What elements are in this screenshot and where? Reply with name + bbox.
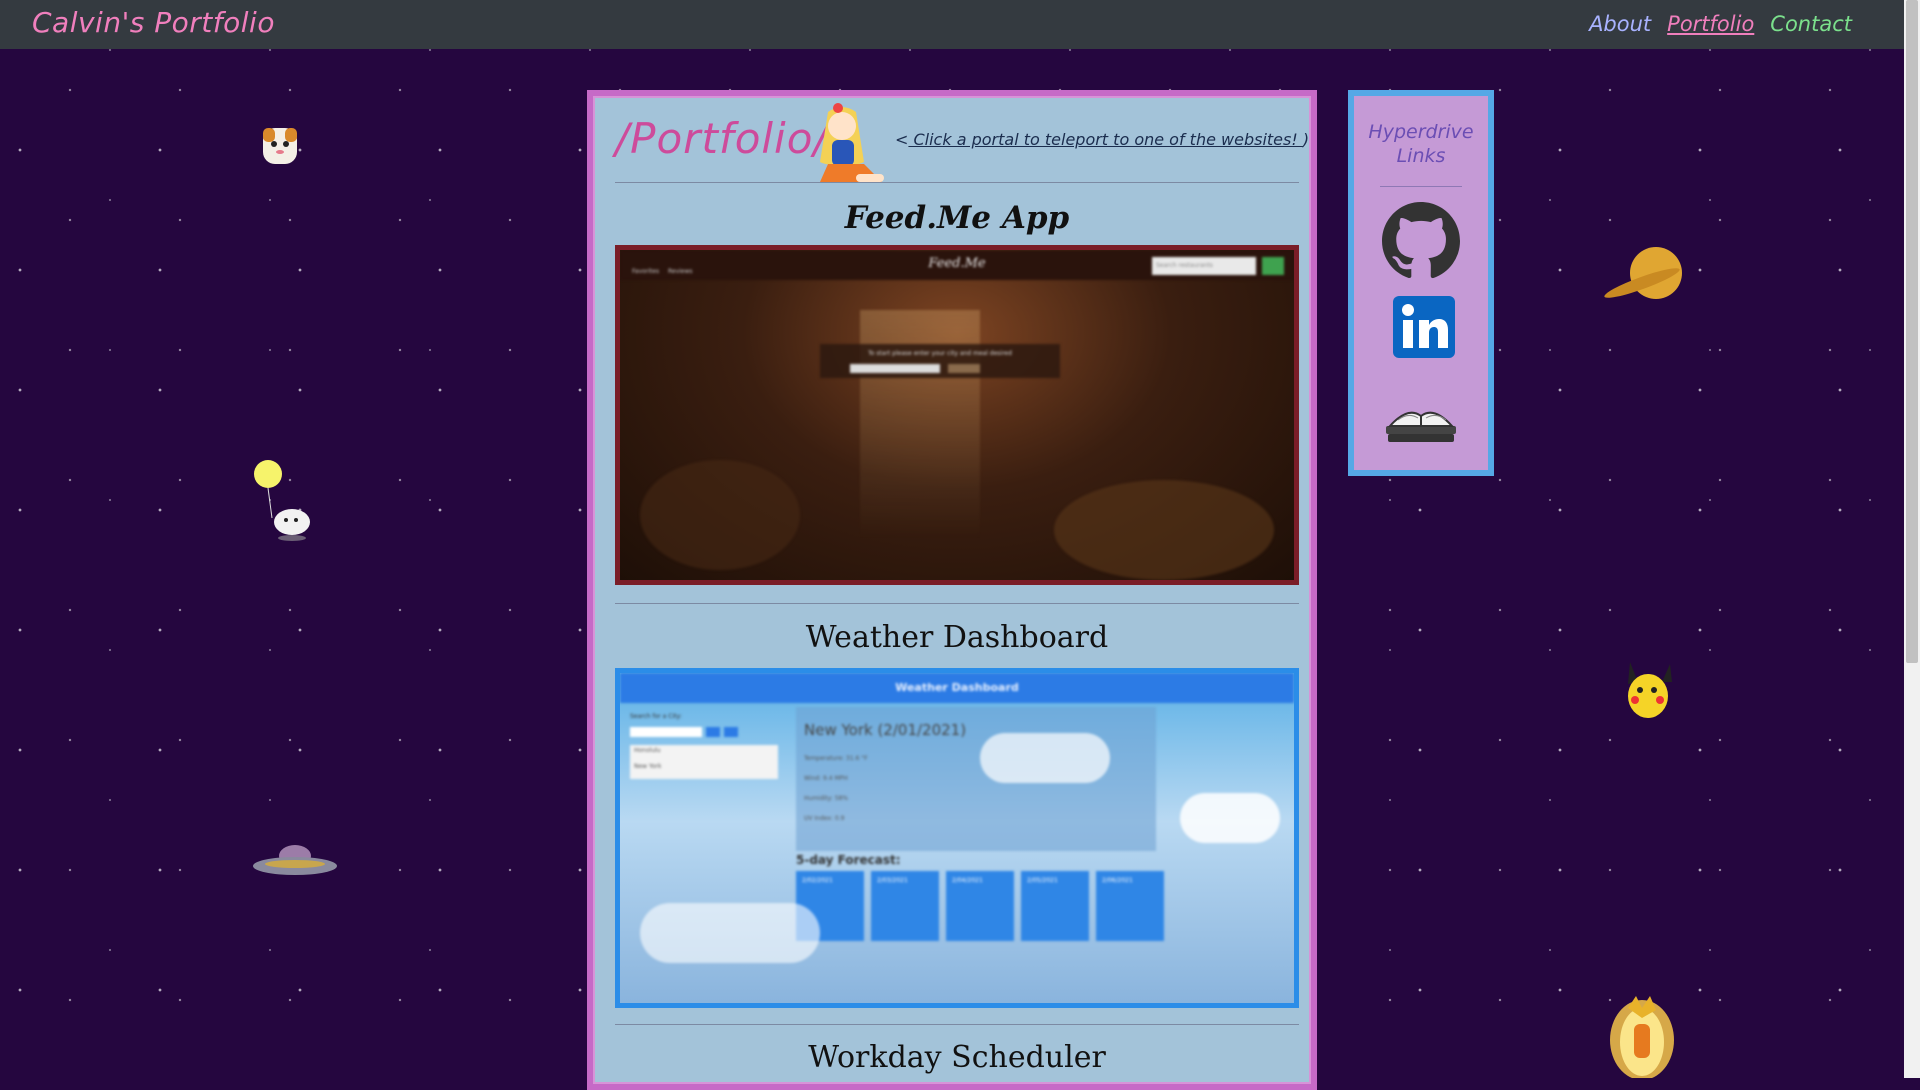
feedme-search-button xyxy=(1262,257,1284,275)
balloon-creature-icon xyxy=(254,460,310,541)
nav-link-about[interactable]: About xyxy=(1589,12,1651,36)
nav-link-portfolio[interactable]: Portfolio xyxy=(1667,12,1754,36)
sailor-moon-sprite-icon xyxy=(820,103,884,182)
github-icon[interactable] xyxy=(1382,202,1460,280)
forecast-date: 2/03/2021 xyxy=(877,877,908,884)
portal-hint-suffix: ) xyxy=(1302,130,1310,149)
brand-logo[interactable]: Calvin's Portfolio xyxy=(32,6,275,39)
weather-clear-button xyxy=(724,727,738,737)
saturn-planet-icon xyxy=(1604,247,1682,299)
weather-city-heading: New York (2/01/2021) xyxy=(804,721,967,739)
portal-hint-prefix: < xyxy=(895,130,909,149)
forecast-date: 2/05/2021 xyxy=(1027,877,1058,884)
pikachu-icon xyxy=(1628,662,1672,718)
forecast-card: 2/06/2021 xyxy=(1096,871,1164,941)
weather-history-item: Honolulu xyxy=(634,747,661,754)
navbar: Calvin's Portfolio About Portfolio Conta… xyxy=(0,0,1904,49)
project-title-feedme: Feed.Me App xyxy=(844,200,1070,236)
hamster-sprite-icon xyxy=(263,128,297,164)
nav-links: About Portfolio Contact xyxy=(1589,12,1852,36)
linkedin-icon[interactable] xyxy=(1393,296,1455,358)
project-divider xyxy=(615,603,1299,604)
nav-link-contact[interactable]: Contact xyxy=(1770,12,1852,36)
book-icon[interactable] xyxy=(1380,386,1462,450)
cloud-shape xyxy=(640,903,820,963)
forecast-date: 2/02/2021 xyxy=(802,877,833,884)
weather-screenshot: Weather Dashboard Search for a City: Hon… xyxy=(620,673,1294,1003)
weather-detail: Wind: 9.4 MPH xyxy=(804,775,848,782)
project-title-scheduler: Workday Scheduler xyxy=(808,1040,1106,1075)
forecast-date: 2/06/2021 xyxy=(1102,877,1133,884)
page-title: /Portfolio/ xyxy=(615,114,829,163)
goku-sprite-icon xyxy=(1610,996,1674,1078)
cloud-shape xyxy=(1180,793,1280,843)
weather-detail: Humidity: 58% xyxy=(804,795,849,802)
feedme-screenshot: Favorites Reviews Feed.Me Search restaur… xyxy=(620,250,1294,580)
scrollbar-thumb[interactable] xyxy=(1906,0,1918,663)
sidebar-divider xyxy=(1380,186,1462,187)
portal-hint[interactable]: < Click a portal to teleport to one of t… xyxy=(895,130,1309,149)
project-divider xyxy=(615,1024,1299,1025)
forecast-date: 2/04/2021 xyxy=(952,877,983,884)
ufo-icon xyxy=(253,845,337,875)
weather-search-input xyxy=(630,727,702,737)
weather-search-label: Search for a City: xyxy=(630,713,682,720)
weather-detail: UV Index: 0.9 xyxy=(804,815,845,822)
weather-forecast-title: 5-day Forecast: xyxy=(796,853,901,867)
weather-detail: Temperature: 31.6 °F xyxy=(804,755,868,762)
hyperdrive-links-card: Hyperdrive Links xyxy=(1348,90,1494,476)
feedme-table-right xyxy=(1054,480,1274,580)
scrollbar[interactable] xyxy=(1904,0,1920,1078)
project-title-weather: Weather Dashboard xyxy=(805,620,1109,655)
feedme-prompt: To start please enter your city and meal… xyxy=(868,350,1012,357)
feedme-table-left xyxy=(640,460,800,570)
portfolio-card: /Portfolio/ < Click a portal to teleport… xyxy=(587,90,1317,1090)
sidebar-title: Hyperdrive Links xyxy=(1368,121,1474,167)
weather-history-item: New York xyxy=(634,763,662,770)
feedme-search-box: Search restaurants xyxy=(1152,257,1256,275)
portal-hint-text[interactable]: Click a portal to teleport to one of the… xyxy=(908,130,1302,149)
project-portal-weather[interactable]: Weather Dashboard Search for a City: Hon… xyxy=(615,668,1299,1008)
cloud-shape xyxy=(980,733,1110,783)
weather-header: Weather Dashboard xyxy=(620,673,1294,703)
forecast-card: 2/05/2021 xyxy=(1021,871,1089,941)
project-portal-feedme[interactable]: Favorites Reviews Feed.Me Search restaur… xyxy=(615,245,1299,585)
title-divider xyxy=(615,182,1299,183)
forecast-card: 2/04/2021 xyxy=(946,871,1014,941)
weather-search-button xyxy=(706,727,720,737)
feedme-go-button xyxy=(948,364,980,373)
feedme-city-input xyxy=(850,364,940,373)
forecast-card: 2/03/2021 xyxy=(871,871,939,941)
